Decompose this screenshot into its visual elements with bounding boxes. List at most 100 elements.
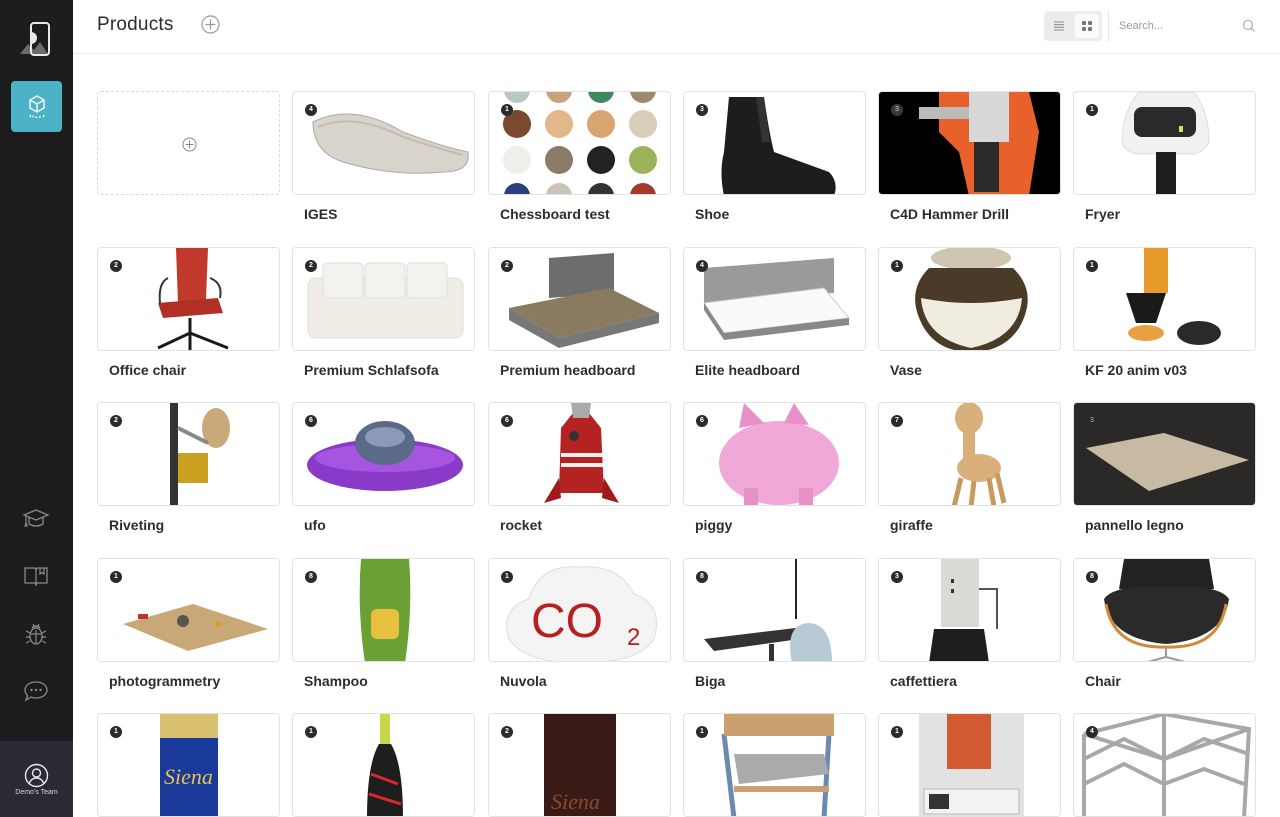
product-name: rocket bbox=[500, 517, 543, 533]
product-name: pannello legno bbox=[1085, 517, 1184, 533]
svg-text:Siena: Siena bbox=[551, 789, 600, 814]
product-thumbnail: 1 bbox=[878, 713, 1061, 817]
product-name: Biga bbox=[695, 673, 726, 689]
product-name: IGES bbox=[304, 206, 338, 222]
add-product-icon-button[interactable] bbox=[201, 15, 220, 34]
product-card[interactable]: 1 KF 20 anim v03 bbox=[1073, 247, 1256, 378]
cube-icon bbox=[28, 94, 45, 118]
product-thumbnail: 3 bbox=[878, 558, 1061, 662]
product-card[interactable]: 6 rocket bbox=[488, 402, 671, 533]
list-icon bbox=[1054, 21, 1064, 31]
product-name: Vase bbox=[890, 362, 922, 378]
svg-text:CO: CO bbox=[531, 595, 603, 648]
version-count-badge: 4 bbox=[696, 260, 708, 272]
product-card[interactable]: 8 Shampoo bbox=[292, 558, 475, 689]
app-logo[interactable] bbox=[18, 20, 54, 60]
product-thumbnail: 1 bbox=[1073, 91, 1256, 195]
page-title: Products bbox=[97, 14, 174, 35]
top-bar: Products bbox=[73, 0, 1280, 54]
product-thumbnail: 4 bbox=[1073, 713, 1256, 817]
version-count-badge: 1 bbox=[1086, 260, 1098, 272]
product-thumbnail: 8 bbox=[683, 558, 866, 662]
product-thumbnail: 1 bbox=[292, 713, 475, 817]
product-card[interactable]: 8 Biga bbox=[683, 558, 866, 689]
product-thumbnail: 7 bbox=[878, 402, 1061, 506]
product-thumbnail: 8 bbox=[292, 558, 475, 662]
list-view-button[interactable] bbox=[1047, 14, 1071, 38]
team-switcher[interactable]: Demo's Team bbox=[0, 741, 73, 817]
product-card[interactable]: 2 Riveting bbox=[97, 402, 280, 533]
view-toggle bbox=[1044, 11, 1102, 41]
sidebar-item-chat[interactable] bbox=[22, 677, 50, 705]
product-thumbnail: 6 bbox=[292, 402, 475, 506]
product-card[interactable]: 2 Premium Schlafsofa bbox=[292, 247, 475, 378]
version-count-badge: 2 bbox=[110, 415, 122, 427]
product-card[interactable]: 2 Office chair bbox=[97, 247, 280, 378]
new-product-card[interactable] bbox=[97, 91, 280, 195]
product-thumbnail: 2 bbox=[292, 247, 475, 351]
product-card[interactable]: 6 piggy bbox=[683, 402, 866, 533]
product-name: Nuvola bbox=[500, 673, 547, 689]
product-thumbnail: 1 Siena bbox=[97, 713, 280, 817]
product-card[interactable]: 1 bbox=[683, 713, 866, 817]
product-card[interactable]: 3 pannello legno bbox=[1073, 402, 1256, 533]
product-card[interactable]: 1 Chessboard test bbox=[488, 91, 671, 222]
product-name: Office chair bbox=[109, 362, 187, 378]
product-card[interactable]: 2 Siena bbox=[488, 713, 671, 817]
version-count-badge: 4 bbox=[305, 104, 317, 116]
product-name: piggy bbox=[695, 517, 733, 533]
version-count-badge: 1 bbox=[305, 726, 317, 738]
sidebar-item-academy[interactable] bbox=[22, 505, 50, 533]
product-card[interactable]: 1 Fryer bbox=[1073, 91, 1256, 222]
product-name: Chair bbox=[1085, 673, 1121, 689]
product-card[interactable]: 6 ufo bbox=[292, 402, 475, 533]
version-count-badge: 2 bbox=[110, 260, 122, 272]
product-name: giraffe bbox=[890, 517, 933, 533]
sidebar: Demo's Team bbox=[0, 0, 73, 817]
version-count-badge: 1 bbox=[501, 104, 513, 116]
search-input[interactable] bbox=[1119, 14, 1259, 38]
product-card[interactable]: 4 bbox=[1073, 713, 1256, 817]
product-card[interactable]: 3 caffettiera bbox=[878, 558, 1061, 689]
product-name: Fryer bbox=[1085, 206, 1121, 222]
product-thumbnail: 3 bbox=[683, 91, 866, 195]
version-count-badge: 1 bbox=[696, 726, 708, 738]
search-icon[interactable] bbox=[1242, 19, 1256, 33]
product-thumbnail: 8 bbox=[1073, 558, 1256, 662]
product-card[interactable]: 1 bbox=[292, 713, 475, 817]
product-card[interactable]: 8 Chair bbox=[1073, 558, 1256, 689]
product-thumbnail: 1 CO 2 bbox=[488, 558, 671, 662]
chat-icon bbox=[24, 681, 48, 702]
new-product-dropzone[interactable] bbox=[97, 91, 280, 195]
version-count-badge: 1 bbox=[891, 260, 903, 272]
sidebar-item-report-bug[interactable] bbox=[22, 620, 50, 648]
bug-icon bbox=[25, 623, 47, 645]
product-card[interactable]: 2 Premium headboard bbox=[488, 247, 671, 378]
product-card[interactable]: 1 photogrammetry bbox=[97, 558, 280, 689]
product-card[interactable]: 3 C4D Hammer Drill bbox=[878, 91, 1061, 222]
version-count-badge: 3 bbox=[891, 571, 903, 583]
svg-text:Siena: Siena bbox=[164, 764, 213, 789]
version-count-badge: 6 bbox=[501, 415, 513, 427]
product-card[interactable]: 3 Shoe bbox=[683, 91, 866, 222]
product-name: C4D Hammer Drill bbox=[890, 206, 1010, 222]
product-card[interactable]: 1 Siena bbox=[97, 713, 280, 817]
sidebar-item-products[interactable] bbox=[11, 81, 62, 132]
version-count-badge: 6 bbox=[696, 415, 708, 427]
grid-view-button[interactable] bbox=[1075, 14, 1099, 38]
version-count-badge: 8 bbox=[305, 571, 317, 583]
product-card[interactable]: 7 giraffe bbox=[878, 402, 1061, 533]
version-count-badge: 1 bbox=[501, 571, 513, 583]
product-thumbnail: 1 bbox=[488, 91, 671, 195]
sidebar-item-documentation[interactable] bbox=[22, 562, 50, 590]
product-card[interactable]: 4 Elite headboard bbox=[683, 247, 866, 378]
product-card[interactable]: 1 bbox=[878, 713, 1061, 817]
product-card[interactable]: 4 IGES bbox=[292, 91, 475, 222]
product-thumbnail: 6 bbox=[683, 402, 866, 506]
product-card[interactable]: 1 Vase bbox=[878, 247, 1061, 378]
version-count-badge: 4 bbox=[1086, 726, 1098, 738]
version-count-badge: 3 bbox=[1090, 417, 1094, 424]
team-name: Demo's Team bbox=[15, 789, 58, 796]
product-card[interactable]: 1 CO 2 Nuvola bbox=[488, 558, 671, 689]
product-name: photogrammetry bbox=[109, 673, 221, 689]
